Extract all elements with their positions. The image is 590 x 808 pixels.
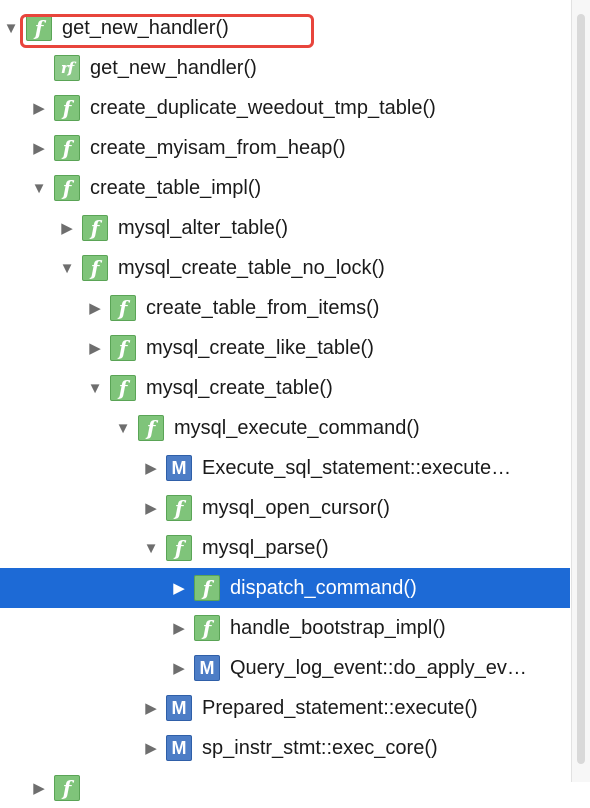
method-icon: M [194, 655, 220, 681]
disclosure-collapsed-icon[interactable]: ▶ [144, 740, 158, 756]
disclosure-collapsed-icon[interactable]: ▶ [60, 220, 74, 236]
tree-row-selected[interactable]: ▶ f dispatch_command() [0, 568, 570, 608]
tree-row[interactable]: ▶ M Execute_sql_statement::execute… [0, 448, 570, 488]
disclosure-collapsed-icon[interactable]: ▶ [32, 140, 46, 156]
tree-row-label: mysql_create_table() [146, 376, 333, 399]
tree-row-label: Query_log_event::do_apply_ev… [230, 656, 527, 679]
disclosure-expanded-icon[interactable]: ▼ [88, 380, 103, 396]
tree-row[interactable]: ▶ M Prepared_statement::execute() [0, 688, 570, 728]
tree-row-label: mysql_open_cursor() [202, 496, 390, 519]
method-icon: M [166, 695, 192, 721]
tree-row-label: Execute_sql_statement::execute… [202, 456, 512, 479]
disclosure-collapsed-icon[interactable]: ▶ [172, 660, 186, 676]
tree-row-label: get_new_handler() [62, 16, 229, 39]
tree-row[interactable]: ▼ f mysql_execute_command() [0, 408, 570, 448]
tree-row-label: mysql_execute_command() [174, 416, 420, 439]
function-icon: f [110, 295, 136, 321]
vertical-scrollbar[interactable] [571, 0, 590, 782]
disclosure-expanded-icon[interactable]: ▼ [144, 540, 159, 556]
function-icon: f [194, 615, 220, 641]
function-icon: f [82, 255, 108, 281]
disclosure-collapsed-icon[interactable]: ▶ [144, 460, 158, 476]
disclosure-expanded-icon[interactable]: ▼ [32, 180, 47, 196]
disclosure-expanded-icon[interactable]: ▼ [60, 260, 75, 276]
function-icon: f [54, 135, 80, 161]
function-icon: f [110, 375, 136, 401]
tree-row[interactable]: ▼ f mysql_create_table() [0, 368, 570, 408]
tree-row[interactable]: ▶ f mysql_open_cursor() [0, 488, 570, 528]
disclosure-collapsed-icon[interactable]: ▶ [88, 340, 102, 356]
tree-row-label: create_table_impl() [90, 176, 262, 199]
tree-row[interactable]: ▶ M Query_log_event::do_apply_ev… [0, 648, 570, 688]
tree-row[interactable]: rf get_new_handler() [0, 48, 570, 88]
tree-row[interactable]: ▶ f handle_bootstrap_impl() [0, 608, 570, 648]
function-icon: f [26, 15, 52, 41]
tree-row[interactable]: ▶ f create_duplicate_weedout_tmp_table() [0, 88, 570, 128]
disclosure-collapsed-icon[interactable]: ▶ [88, 300, 102, 316]
tree-row[interactable]: ▶ f mysql_alter_table() [0, 208, 570, 248]
tree-row-label: mysql_parse() [202, 536, 329, 559]
tree-row-label: create_table_from_items() [146, 296, 380, 319]
function-icon: f [138, 415, 164, 441]
call-hierarchy-tree: ▼ f get_new_handler() rf get_new_handler() ▶ f… [0, 8, 570, 808]
tree-row[interactable]: ▼ f mysql_create_table_no_lock() [0, 248, 570, 288]
disclosure-collapsed-icon[interactable]: ▶ [144, 700, 158, 716]
disclosure-expanded-icon[interactable]: ▼ [116, 420, 131, 436]
disclosure-collapsed-icon[interactable]: ▶ [32, 780, 46, 796]
tree-row-label: mysql_create_like_table() [146, 336, 374, 359]
tree-row[interactable]: ▶ f create_myisam_from_heap() [0, 128, 570, 168]
tree-row[interactable]: ▼ f mysql_parse() [0, 528, 570, 568]
tree-row-label: handle_bootstrap_impl() [230, 616, 446, 639]
function-icon: f [54, 775, 80, 801]
tree-row-label: mysql_create_table_no_lock() [118, 256, 385, 279]
tree-row-label: Prepared_statement::execute() [202, 696, 478, 719]
tree-row-label: get_new_handler() [90, 56, 257, 79]
disclosure-collapsed-icon[interactable]: ▶ [144, 500, 158, 516]
tree-row-label: dispatch_command() [230, 576, 417, 599]
tree-row[interactable]: ▶ Msp_instr_stmt::exec_core() [0, 728, 570, 768]
tree-row[interactable]: ▶ f [0, 768, 570, 808]
disclosure-collapsed-icon[interactable]: ▶ [172, 620, 186, 636]
tree-row[interactable]: ▼ f create_table_impl() [0, 168, 570, 208]
tree-row-label: sp_instr_stmt::exec_core() [202, 736, 438, 759]
tree-row-label: mysql_alter_table() [118, 216, 289, 239]
disclosure-expanded-icon[interactable]: ▼ [4, 20, 19, 36]
function-icon: f [82, 215, 108, 241]
function-icon: f [110, 335, 136, 361]
method-icon: M [166, 455, 192, 481]
tree-row-label: create_myisam_from_heap() [90, 136, 346, 159]
disclosure-collapsed-icon[interactable]: ▶ [172, 580, 186, 596]
tree-row[interactable]: ▶ f create_table_from_items() [0, 288, 570, 328]
ref-function-icon: rf [54, 55, 80, 81]
function-icon: f [166, 495, 192, 521]
function-icon: f [54, 175, 80, 201]
tree-row-label: create_duplicate_weedout_tmp_table() [90, 96, 436, 119]
function-icon: f [54, 95, 80, 121]
tree-row[interactable]: ▼ f get_new_handler() [0, 8, 570, 48]
method-icon: M [166, 735, 192, 761]
tree-row[interactable]: ▶ f mysql_create_like_table() [0, 328, 570, 368]
scrollbar-thumb[interactable] [577, 14, 585, 764]
function-icon: f [194, 575, 220, 601]
function-icon: f [166, 535, 192, 561]
disclosure-collapsed-icon[interactable]: ▶ [32, 100, 46, 116]
